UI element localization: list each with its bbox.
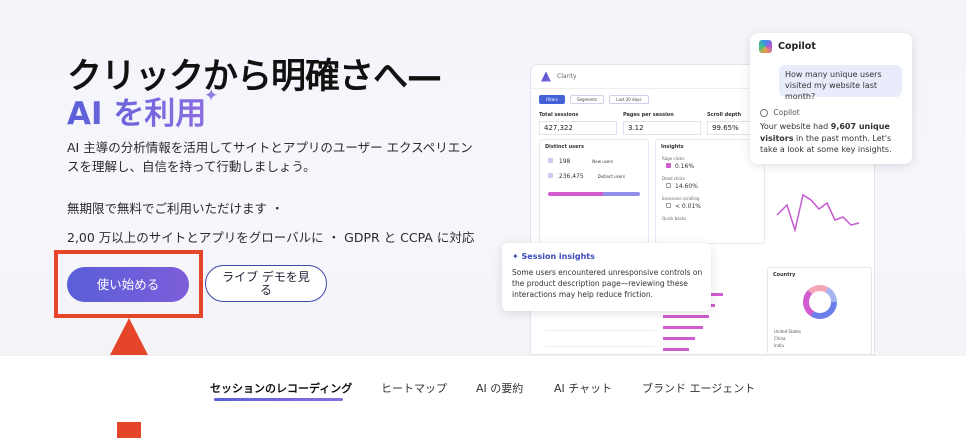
insight-value-row: < 0.01% — [656, 203, 764, 210]
segments-chip[interactable]: Segments — [570, 95, 605, 104]
total-users-label: Distinct users — [597, 174, 625, 179]
trend-line-chart — [776, 193, 860, 233]
kpi-value: 427,322 — [539, 121, 617, 135]
panel-title: Country — [773, 272, 796, 278]
sparkle-icon: ✦ — [512, 252, 522, 261]
insight-value-row: 14.60% — [656, 183, 764, 190]
tab-session-recordings[interactable]: セッションのレコーディング — [210, 380, 352, 396]
answer-text: Your website had — [760, 122, 831, 131]
legend-item: India — [774, 343, 784, 348]
hero-bullet-global: 2,00 万以上のサイトとアプリをグローバルに ・ GDPR と CCPA に対… — [67, 230, 475, 245]
hero-subhead: AI を利用 — [67, 88, 206, 133]
copilot-small-icon — [760, 109, 768, 117]
feature-tabs: セッションのレコーディング ヒートマップ AI の要約 AI チャット ブランド… — [0, 355, 966, 422]
copilot-logo-icon — [759, 40, 772, 53]
insight-label: Excessive scrolling — [662, 196, 700, 201]
bar-item — [663, 326, 703, 329]
country-panel: Country United States China India — [767, 267, 872, 354]
country-legend: United States China India — [774, 328, 801, 349]
total-users-value: 236,475 — [558, 173, 584, 180]
new-users-row: 198 New users — [540, 154, 648, 169]
bar-item — [663, 337, 695, 340]
kpi-total-sessions: Total sessions 427,322 — [539, 112, 617, 135]
copilot-card: Copilot How many unique users visited my… — [750, 33, 912, 164]
panel-title: Insights — [661, 144, 684, 150]
country-donut-chart — [803, 285, 837, 319]
highlight-box — [54, 250, 203, 318]
tab-brand-agent[interactable]: ブランド エージェント — [642, 380, 755, 396]
copilot-sub-label: Copilot — [773, 108, 800, 117]
live-demo-button[interactable]: ライブ デモを見る — [205, 265, 327, 302]
active-tab-indicator — [214, 398, 343, 401]
new-users-label: New users — [592, 159, 614, 164]
kpi-label: Total sessions — [539, 112, 579, 118]
list-item — [545, 315, 655, 331]
insight-label: Dead clicks — [662, 176, 685, 181]
list-item — [545, 331, 655, 347]
copilot-title: Copilot — [778, 41, 816, 52]
session-insights-title: ✦ Session insights — [512, 252, 595, 261]
bar-item — [663, 348, 689, 351]
copilot-sub-row: Copilot — [760, 108, 800, 117]
session-insights-body: Some users encountered unresponsive cont… — [512, 268, 703, 299]
new-users-value: 198 — [558, 158, 571, 165]
panel-title: Distinct users — [545, 144, 584, 150]
kpi-pages-per-session: Pages per session 3.12 — [623, 112, 701, 135]
distinct-users-panel: Distinct users 198 New users 236,475 Dis… — [539, 139, 649, 244]
users-bar — [548, 192, 640, 196]
users-icon — [548, 173, 553, 178]
date-range-chip[interactable]: Last 30 days — [609, 95, 649, 104]
legend-item: United States — [774, 329, 802, 334]
bar-item — [663, 315, 709, 318]
insight-icon — [666, 163, 671, 168]
insight-value-row: 0.16% — [656, 163, 764, 170]
insight-icon — [666, 183, 671, 188]
insight-icon — [666, 203, 671, 208]
insight-value: < 0.01% — [675, 203, 701, 210]
total-users-row: 236,475 Distinct users — [540, 169, 648, 184]
insight-value: 14.60% — [675, 183, 698, 190]
list-item — [545, 347, 655, 354]
dashboard-brand: Clarity — [557, 73, 577, 80]
session-insights-card: ✦ Session insights Some users encountere… — [502, 243, 711, 311]
hero-description: AI 主導の分析情報を活用してサイトとアプリのユーザー エクスペリエンスを理解し… — [67, 140, 473, 174]
insight-label: Quick backs — [662, 216, 687, 221]
insight-value: 0.16% — [675, 163, 695, 170]
legend-item: China — [774, 336, 786, 341]
tab-ai-summary[interactable]: AI の要約 — [476, 380, 523, 396]
insight-label: Rage clicks — [662, 156, 685, 161]
kpi-value: 3.12 — [623, 121, 701, 135]
insights-panel: Insights Rage clicks 0.16% Dead clicks 1… — [655, 139, 765, 244]
clarity-logo-icon — [541, 71, 551, 82]
tab-ai-chat[interactable]: AI チャット — [554, 380, 612, 396]
users-icon — [548, 158, 553, 163]
copilot-answer: Your website had 9,607 unique visitors i… — [760, 121, 908, 156]
session-title-text: Session insights — [521, 252, 595, 261]
copilot-question: How many unique users visited my website… — [779, 65, 902, 101]
kpi-label: Pages per session — [623, 112, 674, 118]
recording-list — [545, 315, 655, 354]
sparkle-icon: ✦ — [204, 86, 219, 106]
tab-heatmaps[interactable]: ヒートマップ — [381, 380, 447, 396]
filter-chip[interactable]: Filters — [539, 95, 565, 104]
hero-bullet-free: 無期限で無料でご利用いただけます ・ — [67, 201, 284, 216]
